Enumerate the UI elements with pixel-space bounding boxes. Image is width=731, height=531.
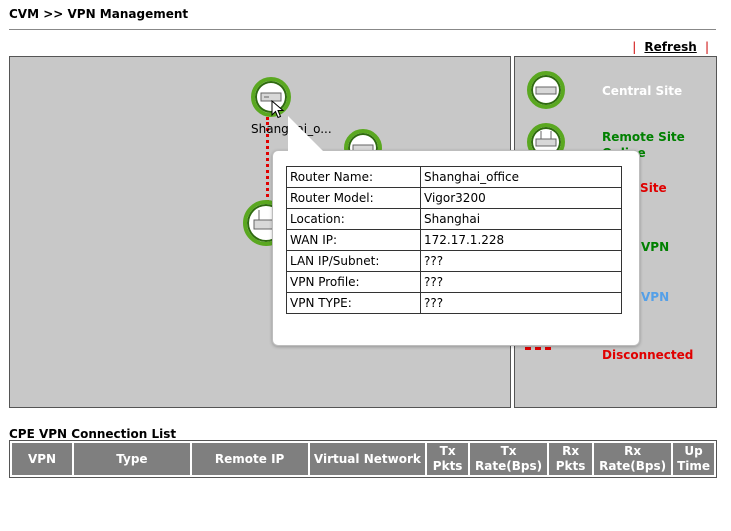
connection-list-title: CPE VPN Connection List xyxy=(9,427,177,441)
info-key: Router Name: xyxy=(286,166,421,188)
info-row: VPN Profile: ??? xyxy=(286,271,622,293)
info-value: Shanghai xyxy=(420,208,622,230)
info-key: VPN TYPE: xyxy=(286,292,421,314)
info-value: 172.17.1.228 xyxy=(420,229,622,251)
router-icon xyxy=(535,86,557,95)
column-header-virtual-network[interactable]: Virtual Network xyxy=(309,443,426,475)
pipe-separator: | xyxy=(632,40,637,54)
title-divider xyxy=(9,29,716,30)
info-value: ??? xyxy=(420,250,622,272)
info-row: VPN TYPE: ??? xyxy=(286,292,622,314)
page-title: CVM >> VPN Management xyxy=(9,7,189,21)
info-value: Vigor3200 xyxy=(420,187,622,209)
legend-dashed-line xyxy=(525,347,551,350)
info-value: ??? xyxy=(420,271,622,293)
central-site-icon xyxy=(527,71,565,109)
info-key: VPN Profile: xyxy=(286,271,421,293)
info-row: Router Name: Shanghai_office xyxy=(286,166,622,188)
legend-disconnected: Disconnected xyxy=(602,348,694,362)
info-row: Location: Shanghai xyxy=(286,208,622,230)
column-header-up-time[interactable]: Up Time xyxy=(673,443,714,475)
table-header-row: VPN Type Remote IP Virtual Network Tx Pk… xyxy=(12,443,714,475)
pointer-cursor-icon xyxy=(271,100,285,119)
legend-vpn-other: VPN xyxy=(641,290,670,304)
refresh-link[interactable]: Refresh xyxy=(644,40,696,54)
info-row: Router Model: Vigor3200 xyxy=(286,187,622,209)
info-key: WAN IP: xyxy=(286,229,421,251)
legend-vpn-connected: VPN xyxy=(641,240,670,254)
legend-central-site: Central Site xyxy=(602,84,683,98)
column-header-remote-ip[interactable]: Remote IP xyxy=(191,443,308,475)
info-row: WAN IP: 172.17.1.228 xyxy=(286,229,622,251)
info-value: Shanghai_office xyxy=(420,166,622,188)
info-key: LAN IP/Subnet: xyxy=(286,250,421,272)
connection-list-table: VPN Type Remote IP Virtual Network Tx Pk… xyxy=(9,440,717,478)
column-header-rx-rate[interactable]: Rx Rate(Bps) xyxy=(594,443,672,475)
info-value: ??? xyxy=(420,292,622,314)
refresh-bar: | Refresh | xyxy=(628,40,713,54)
info-row: LAN IP/Subnet: ??? xyxy=(286,250,622,272)
router-info-table: Router Name: Shanghai_office Router Mode… xyxy=(286,166,622,314)
column-header-type[interactable]: Type xyxy=(74,443,190,475)
pipe-separator: | xyxy=(704,40,709,54)
column-header-tx-rate[interactable]: Tx Rate(Bps) xyxy=(469,443,548,475)
tooltip-pointer xyxy=(288,116,324,152)
info-key: Location: xyxy=(286,208,421,230)
column-header-rx-pkts[interactable]: Rx Pkts xyxy=(549,443,593,475)
info-key: Router Model: xyxy=(286,187,421,209)
column-header-tx-pkts[interactable]: Tx Pkts xyxy=(427,443,468,475)
column-header-vpn[interactable]: VPN xyxy=(12,443,73,475)
